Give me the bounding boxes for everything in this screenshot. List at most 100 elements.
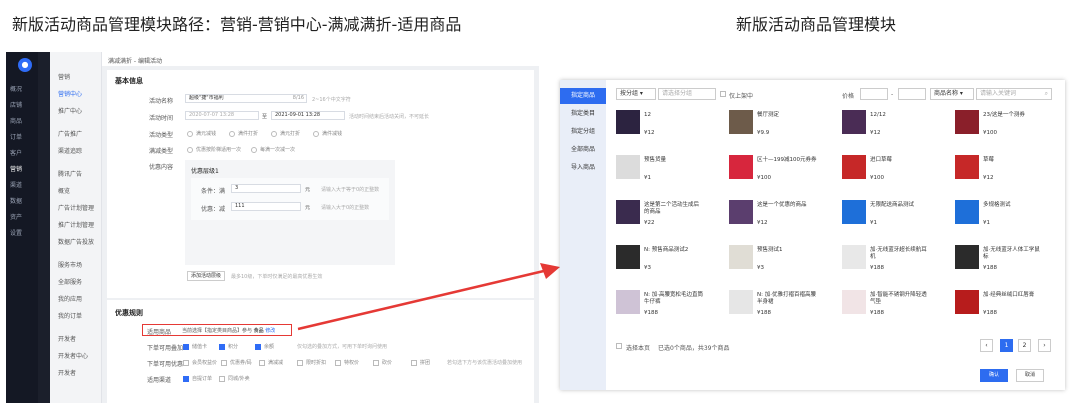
- only-onsale-checkbox[interactable]: [720, 91, 726, 97]
- main-nav-item[interactable]: 渠道: [10, 180, 22, 189]
- picker-tab[interactable]: 全部商品: [560, 142, 606, 158]
- sub-nav-item[interactable]: 全部服务: [58, 277, 82, 286]
- product-card[interactable]: 12/12 ¥12: [842, 110, 952, 146]
- sub-nav-item[interactable]: 推广中心: [58, 106, 82, 115]
- red-arrow-icon: [297, 263, 560, 331]
- sub-nav-item[interactable]: 数据广告投放: [58, 237, 94, 246]
- sub-nav-item[interactable]: 推广计划管理: [58, 220, 94, 229]
- product-card[interactable]: 加·经典丝绒口红唇膏 ¥188: [955, 290, 1065, 326]
- product-card[interactable]: N: 预售商品测试2 ¥3: [616, 245, 726, 281]
- select-page-checkbox[interactable]: [616, 343, 622, 349]
- picker-tab[interactable]: 导入商品: [560, 160, 606, 176]
- field-label: 活动类型: [149, 132, 174, 139]
- product-card[interactable]: 多规格测试 ¥1: [955, 200, 1065, 236]
- picker-tab[interactable]: 指定商品: [560, 88, 606, 104]
- logo-icon: ●: [18, 58, 32, 72]
- option-radio[interactable]: [229, 131, 235, 137]
- sub-nav-item[interactable]: 营销: [58, 72, 70, 81]
- product-card[interactable]: 这是一个优惠的商品 ¥12: [729, 200, 839, 236]
- option-radio[interactable]: [187, 131, 193, 137]
- product-card[interactable]: 加·智能不锈钢升降轻透气垫 ¥188: [842, 290, 952, 326]
- end-time-input[interactable]: 2021-09-01 13:28: [271, 111, 345, 120]
- option-checkbox[interactable]: [183, 360, 189, 366]
- option-checkbox[interactable]: [183, 376, 189, 382]
- page-button[interactable]: 2: [1018, 339, 1031, 352]
- picker-tab[interactable]: 指定类目: [560, 106, 606, 122]
- next-page-button[interactable]: ›: [1038, 339, 1051, 352]
- option-radio[interactable]: [313, 131, 319, 137]
- search-icon[interactable]: ⌕: [1045, 89, 1051, 99]
- sub-nav-item[interactable]: 腾讯广告: [58, 169, 82, 178]
- product-card[interactable]: 加·无线蓝牙人体工学鼠标 ¥188: [955, 245, 1065, 281]
- option-checkbox[interactable]: [219, 344, 225, 350]
- sub-nav-item[interactable]: 广告计划管理: [58, 203, 94, 212]
- start-time-input[interactable]: 2020-07-07 13:28: [185, 111, 259, 120]
- disc-input[interactable]: 111: [231, 202, 301, 211]
- option-checkbox[interactable]: [221, 360, 227, 366]
- group-select[interactable]: 按分组 ▾: [616, 88, 656, 100]
- breadcrumb[interactable]: 满减满折 - 编辑活动: [108, 56, 162, 65]
- goods-edit-link[interactable]: 修改: [265, 328, 275, 334]
- option-radio[interactable]: [271, 131, 277, 137]
- main-nav-item[interactable]: 概况: [10, 84, 22, 93]
- product-thumbnail: [842, 155, 866, 179]
- sub-nav-item[interactable]: 服务市场: [58, 260, 82, 269]
- product-card[interactable]: 无限配送商品测试 ¥1: [842, 200, 952, 236]
- product-card[interactable]: 12 ¥12: [616, 110, 726, 146]
- product-card[interactable]: 草莓 ¥12: [955, 155, 1065, 191]
- main-nav-item[interactable]: 设置: [10, 228, 22, 237]
- price-min-input[interactable]: [860, 88, 888, 100]
- option-checkbox[interactable]: [183, 344, 189, 350]
- product-picker-dialog: 指定商品 指定类目 指定分组 全部商品 导入商品 按分组 ▾ 请选择分组 仅上架中 价格…: [560, 80, 1065, 390]
- prev-page-button[interactable]: ‹: [980, 339, 993, 352]
- sub-nav-item[interactable]: 渠道追踪: [58, 146, 82, 155]
- option-checkbox[interactable]: [255, 344, 261, 350]
- product-card[interactable]: 区十—199减100元券券 ¥100: [729, 155, 839, 191]
- main-nav-item[interactable]: 客户: [10, 148, 22, 157]
- sub-nav-item[interactable]: 营销中心: [58, 89, 82, 98]
- product-card[interactable]: 餐厅测定 ¥9.9: [729, 110, 839, 146]
- product-card[interactable]: 23/这是一个测券 ¥100: [955, 110, 1065, 146]
- option-radio[interactable]: [251, 147, 257, 153]
- option-checkbox[interactable]: [411, 360, 417, 366]
- cancel-button[interactable]: 取消: [1016, 369, 1044, 382]
- main-nav-item[interactable]: 订单: [10, 132, 22, 141]
- sub-nav-item[interactable]: 概览: [58, 186, 70, 195]
- main-nav-item[interactable]: 营销: [10, 164, 22, 173]
- product-price: ¥1: [870, 220, 877, 226]
- cond-input[interactable]: 3: [231, 184, 301, 193]
- option-checkbox[interactable]: [373, 360, 379, 366]
- main-nav-item[interactable]: 资产: [10, 212, 22, 221]
- add-tier-button[interactable]: 添加活动层级: [187, 271, 225, 281]
- product-card[interactable]: 预售测试1 ¥3: [729, 245, 839, 281]
- confirm-button[interactable]: 确认: [980, 369, 1008, 382]
- product-card[interactable]: 预售货量 ¥1: [616, 155, 726, 191]
- product-card[interactable]: 加·无线蓝牙超长续航耳机 ¥188: [842, 245, 952, 281]
- option-checkbox[interactable]: [297, 360, 303, 366]
- picker-tab[interactable]: 指定分组: [560, 124, 606, 140]
- main-nav-item[interactable]: 商品: [10, 116, 22, 125]
- option-checkbox[interactable]: [219, 376, 225, 382]
- main-nav-item[interactable]: 店铺: [10, 100, 22, 109]
- product-card[interactable]: N: 加·优雅打褶百褶高腰半身裙 ¥188: [729, 290, 839, 326]
- product-card[interactable]: 进口草莓 ¥100: [842, 155, 952, 191]
- product-card[interactable]: N: 加·高腰宽松毛边直筒牛仔裤 ¥188: [616, 290, 726, 326]
- name-select[interactable]: 商品名称 ▾: [930, 88, 974, 100]
- main-nav-item[interactable]: 数据: [10, 196, 22, 205]
- sub-nav-item[interactable]: 开发者: [58, 368, 76, 377]
- option-checkbox[interactable]: [335, 360, 341, 366]
- option-radio[interactable]: [187, 147, 193, 153]
- price-label: 价格: [842, 93, 855, 100]
- page-button[interactable]: 1: [1000, 339, 1013, 352]
- sub-nav-item[interactable]: 开发者: [58, 334, 76, 343]
- price-max-input[interactable]: [898, 88, 926, 100]
- sub-nav-item[interactable]: 广告推广: [58, 129, 82, 138]
- sub-nav-item[interactable]: 我的应用: [58, 294, 82, 303]
- search-input[interactable]: 请输入关键词 ⌕: [976, 88, 1052, 100]
- sub-nav-item[interactable]: 我的订单: [58, 311, 82, 320]
- group-picker[interactable]: 请选择分组: [658, 88, 716, 100]
- product-card[interactable]: 这是第二个活动生成后的商品 ¥22: [616, 200, 726, 236]
- activity-name-input[interactable]: 超级"捷"市福利 8/16: [185, 94, 307, 103]
- option-checkbox[interactable]: [259, 360, 265, 366]
- sub-nav-item[interactable]: 开发者中心: [58, 351, 88, 360]
